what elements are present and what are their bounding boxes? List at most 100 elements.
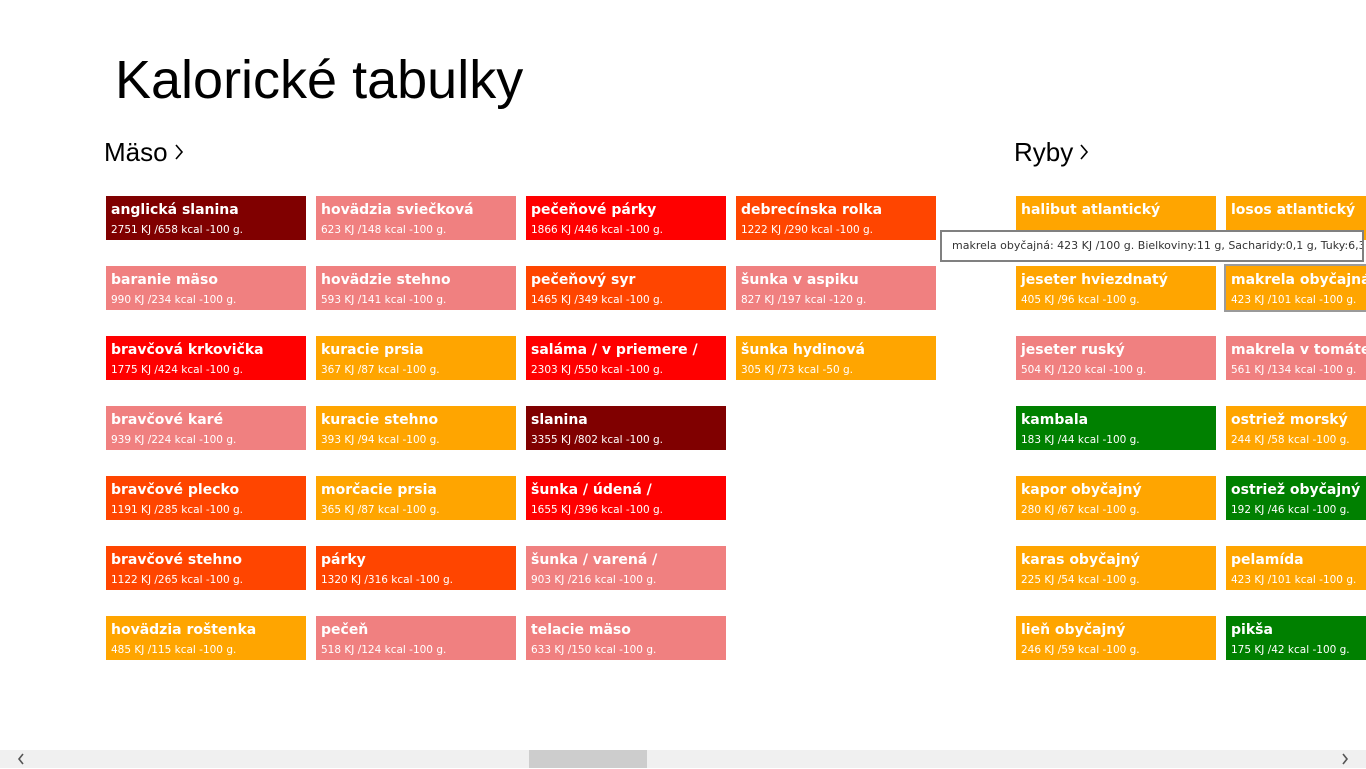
food-energy: 192 KJ /46 kcal -100 g. <box>1231 504 1350 516</box>
food-name: lieň obyčajný <box>1021 622 1126 638</box>
food-name: losos atlantický <box>1231 202 1356 218</box>
food-tile[interactable]: bravčové karé 939 KJ /224 kcal -100 g. <box>106 406 306 450</box>
food-name: šunka / varená / <box>531 552 658 568</box>
food-tile[interactable]: lieň obyčajný 246 KJ /59 kcal -100 g. <box>1016 616 1216 660</box>
group-header-maso[interactable]: Mäso <box>104 134 188 170</box>
group-header-label: Ryby <box>1014 137 1074 167</box>
food-tile[interactable]: makrela v tomáte 561 KJ /134 kcal -100 g. <box>1226 336 1366 380</box>
food-tile[interactable]: šunka v aspiku 827 KJ /197 kcal -120 g. <box>736 266 936 310</box>
food-tile[interactable]: šunka / údená / 1655 KJ /396 kcal -100 g. <box>526 476 726 520</box>
food-energy: 183 KJ /44 kcal -100 g. <box>1021 434 1140 446</box>
food-energy: 1191 KJ /285 kcal -100 g. <box>111 504 244 516</box>
food-name: šunka hydinová <box>741 342 865 358</box>
chevron-right-icon <box>1341 750 1349 769</box>
food-name: bravčové plecko <box>111 482 240 498</box>
food-energy: 365 KJ /87 kcal -100 g. <box>321 504 440 516</box>
food-tile[interactable]: kapor obyčajný 280 KJ /67 kcal -100 g. <box>1016 476 1216 520</box>
food-energy: 225 KJ /54 kcal -100 g. <box>1021 574 1140 586</box>
food-energy: 1320 KJ /316 kcal -100 g. <box>321 574 454 586</box>
food-energy: 1775 KJ /424 kcal -100 g. <box>111 364 244 376</box>
food-tile[interactable]: slanina 3355 KJ /802 kcal -100 g. <box>526 406 726 450</box>
tooltip: makrela obyčajná: 423 KJ /100 g. Bielkov… <box>940 230 1364 262</box>
food-tile[interactable]: makrela obyčajná 423 KJ /101 kcal -100 g. <box>1224 264 1366 312</box>
food-energy: 2751 KJ /658 kcal -100 g. <box>111 224 244 236</box>
food-name: kuracie stehno <box>321 412 439 428</box>
food-name: makrela obyčajná <box>1231 272 1366 288</box>
food-energy: 3355 KJ /802 kcal -100 g. <box>531 434 664 446</box>
food-energy: 990 KJ /234 kcal -100 g. <box>111 294 237 306</box>
food-tile[interactable]: bravčové plecko 1191 KJ /285 kcal -100 g. <box>106 476 306 520</box>
chevron-right-icon <box>1079 134 1093 170</box>
food-energy: 1655 KJ /396 kcal -100 g. <box>531 504 664 516</box>
food-energy: 633 KJ /150 kcal -100 g. <box>531 644 657 656</box>
food-tile[interactable]: párky 1320 KJ /316 kcal -100 g. <box>316 546 516 590</box>
food-tile[interactable]: pečeň 518 KJ /124 kcal -100 g. <box>316 616 516 660</box>
food-name: anglická slanina <box>111 202 239 218</box>
food-tile[interactable]: šunka hydinová 305 KJ /73 kcal -50 g. <box>736 336 936 380</box>
food-energy: 1465 KJ /349 kcal -100 g. <box>531 294 664 306</box>
food-name: slanina <box>531 412 588 428</box>
food-name: telacie mäso <box>531 622 631 638</box>
food-energy: 423 KJ /101 kcal -100 g. <box>1231 294 1357 306</box>
food-energy: 903 KJ /216 kcal -100 g. <box>531 574 657 586</box>
chevron-right-icon <box>174 134 188 170</box>
food-tile[interactable]: šunka / varená / 903 KJ /216 kcal -100 g. <box>526 546 726 590</box>
food-name: kambala <box>1021 412 1089 428</box>
food-energy: 305 KJ /73 kcal -50 g. <box>741 364 853 376</box>
scroll-left-button[interactable] <box>6 750 36 768</box>
food-energy: 504 KJ /120 kcal -100 g. <box>1021 364 1147 376</box>
food-tile[interactable]: hovädzia roštenka 485 KJ /115 kcal -100 g… <box>106 616 306 660</box>
food-tile[interactable]: hovädzie stehno 593 KJ /141 kcal -100 g. <box>316 266 516 310</box>
food-name: šunka v aspiku <box>741 272 859 288</box>
food-tile[interactable]: pečeňové párky 1866 KJ /446 kcal -100 g. <box>526 196 726 240</box>
food-tile[interactable]: anglická slanina 2751 KJ /658 kcal -100 g… <box>106 196 306 240</box>
food-name: halibut atlantický <box>1021 202 1161 218</box>
food-tile[interactable]: jeseter hviezdnatý 405 KJ /96 kcal -100 g… <box>1016 266 1216 310</box>
food-tile[interactable]: kuracie prsia 367 KJ /87 kcal -100 g. <box>316 336 516 380</box>
food-tile[interactable]: karas obyčajný 225 KJ /54 kcal -100 g. <box>1016 546 1216 590</box>
food-tile[interactable]: pikša 175 KJ /42 kcal -100 g. <box>1226 616 1366 660</box>
food-name: bravčové stehno <box>111 552 242 568</box>
food-energy: 561 KJ /134 kcal -100 g. <box>1231 364 1357 376</box>
food-energy: 423 KJ /101 kcal -100 g. <box>1231 574 1357 586</box>
food-tile[interactable]: hovädzia sviečková 623 KJ /148 kcal -100 … <box>316 196 516 240</box>
food-tile[interactable]: saláma / v priemere / 2303 KJ /550 kcal -… <box>526 336 726 380</box>
food-energy: 2303 KJ /550 kcal -100 g. <box>531 364 664 376</box>
food-tile[interactable]: telacie mäso 633 KJ /150 kcal -100 g. <box>526 616 726 660</box>
page-title: Kalorické tabulky <box>115 50 524 110</box>
food-name: hovädzia sviečková <box>321 202 474 218</box>
food-tile[interactable]: pelamída 423 KJ /101 kcal -100 g. <box>1226 546 1366 590</box>
horizontal-scrollbar[interactable] <box>0 750 1366 768</box>
food-name: saláma / v priemere / <box>531 342 698 358</box>
food-name: kuracie prsia <box>321 342 424 358</box>
food-name: makrela v tomáte <box>1231 342 1366 358</box>
food-energy: 246 KJ /59 kcal -100 g. <box>1021 644 1140 656</box>
food-energy: 485 KJ /115 kcal -100 g. <box>111 644 237 656</box>
food-name: jeseter hviezdnatý <box>1021 272 1168 288</box>
food-tile[interactable]: kuracie stehno 393 KJ /94 kcal -100 g. <box>316 406 516 450</box>
food-energy: 827 KJ /197 kcal -120 g. <box>741 294 867 306</box>
food-tile[interactable]: kambala 183 KJ /44 kcal -100 g. <box>1016 406 1216 450</box>
food-energy: 367 KJ /87 kcal -100 g. <box>321 364 440 376</box>
food-tile[interactable]: jeseter ruský 504 KJ /120 kcal -100 g. <box>1016 336 1216 380</box>
food-energy: 1222 KJ /290 kcal -100 g. <box>741 224 874 236</box>
food-energy: 175 KJ /42 kcal -100 g. <box>1231 644 1350 656</box>
food-tile[interactable]: morčacie prsia 365 KJ /87 kcal -100 g. <box>316 476 516 520</box>
food-energy: 593 KJ /141 kcal -100 g. <box>321 294 447 306</box>
food-tile[interactable]: ostriež obyčajný 192 KJ /46 kcal -100 g. <box>1226 476 1366 520</box>
group-header-ryby[interactable]: Ryby <box>1014 134 1093 170</box>
scrollbar-thumb[interactable] <box>529 750 647 768</box>
food-tile[interactable]: ostriež morský 244 KJ /58 kcal -100 g. <box>1226 406 1366 450</box>
food-tile[interactable]: baranie mäso 990 KJ /234 kcal -100 g. <box>106 266 306 310</box>
food-name: hovädzie stehno <box>321 272 451 288</box>
group-header-label: Mäso <box>104 137 168 167</box>
food-tile[interactable]: bravčové stehno 1122 KJ /265 kcal -100 g. <box>106 546 306 590</box>
food-name: párky <box>321 552 366 568</box>
food-tile[interactable]: debrecínska rolka 1222 KJ /290 kcal -100 … <box>736 196 936 240</box>
food-energy: 280 KJ /67 kcal -100 g. <box>1021 504 1140 516</box>
food-tile[interactable]: bravčová krkovička 1775 KJ /424 kcal -100… <box>106 336 306 380</box>
food-energy: 1122 KJ /265 kcal -100 g. <box>111 574 244 586</box>
food-tile[interactable]: pečeňový syr 1465 KJ /349 kcal -100 g. <box>526 266 726 310</box>
food-name: kapor obyčajný <box>1021 482 1142 498</box>
scroll-right-button[interactable] <box>1330 750 1360 768</box>
